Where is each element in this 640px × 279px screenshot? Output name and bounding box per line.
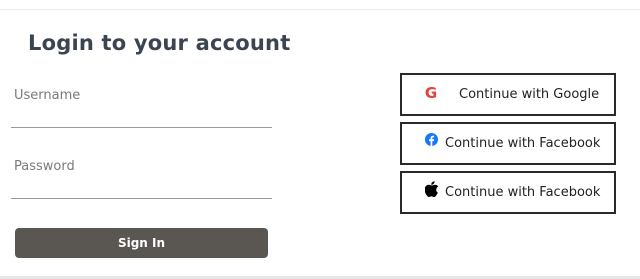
facebook-icon (425, 133, 438, 146)
google-button-label: Continue with Google (459, 87, 600, 102)
facebook-button-label: Continue with Facebook (445, 136, 601, 151)
top-divider (0, 9, 640, 10)
password-label: Password (14, 159, 75, 174)
apple-button-label: Continue with Facebook (445, 185, 601, 200)
continue-with-apple-button[interactable]: Continue with Facebook (400, 171, 616, 214)
continue-with-google-button[interactable]: G Continue with Google (400, 73, 616, 116)
google-icon: G (424, 84, 438, 102)
password-input[interactable] (11, 175, 272, 199)
sign-in-button[interactable]: Sign In (15, 228, 268, 258)
username-label: Username (14, 88, 81, 103)
username-input[interactable] (11, 104, 272, 128)
page-title: Login to your account (28, 31, 291, 55)
apple-icon (425, 181, 439, 197)
continue-with-facebook-button[interactable]: Continue with Facebook (400, 122, 616, 165)
